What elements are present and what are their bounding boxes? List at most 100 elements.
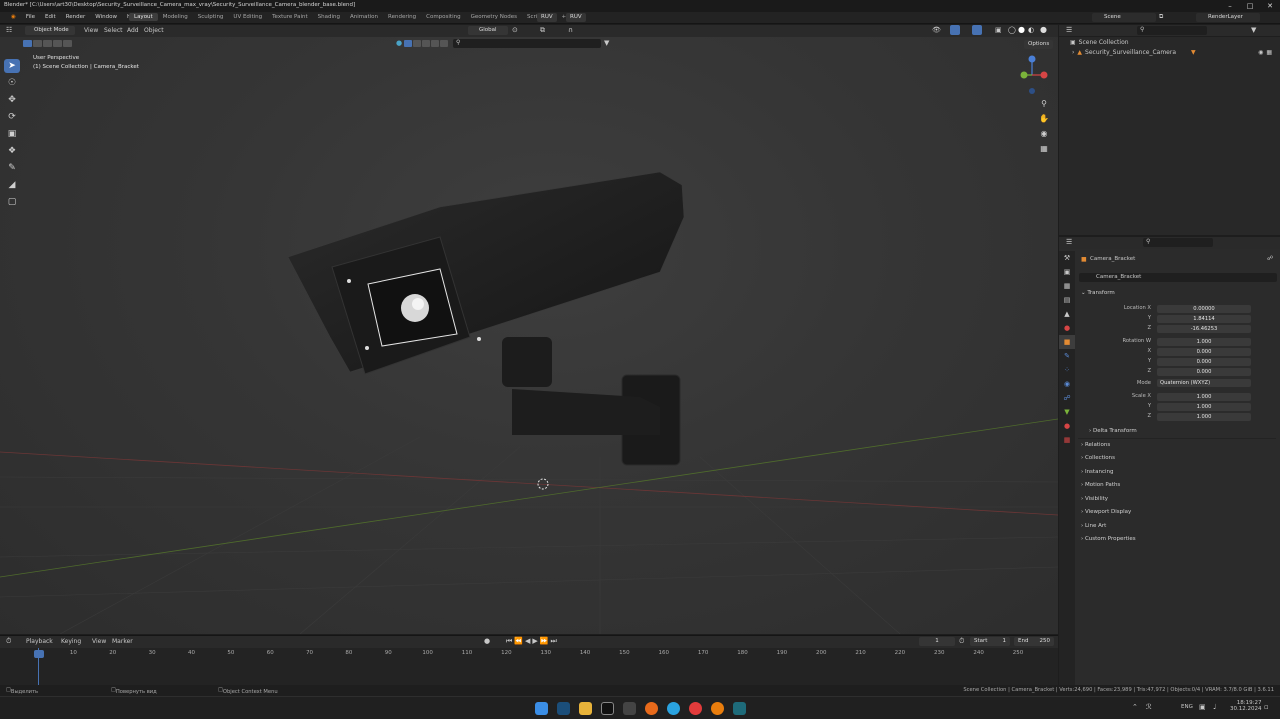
scale-x-field[interactable]: 1.000 xyxy=(1157,393,1251,401)
section-collections[interactable]: › Collections xyxy=(1081,455,1115,461)
texture-tab-icon[interactable]: ▦ xyxy=(1059,433,1075,447)
type-filter-icon-3[interactable] xyxy=(422,40,430,47)
type-filter-icon-2[interactable] xyxy=(413,40,421,47)
location-y-field[interactable]: 1.84114 xyxy=(1157,315,1251,323)
delta-transform-header[interactable]: › Delta Transform xyxy=(1089,428,1137,434)
location-x-field[interactable]: 0.00000 xyxy=(1157,305,1251,313)
current-frame-field[interactable]: 1 xyxy=(919,637,955,646)
material-tab-icon[interactable]: ● xyxy=(1059,419,1075,433)
section-visibility[interactable]: › Visibility xyxy=(1081,496,1108,502)
expand-icon[interactable]: › xyxy=(1072,49,1074,56)
shading-material-icon[interactable]: ◐ xyxy=(1028,26,1034,34)
move-tool-icon[interactable]: ✥ xyxy=(4,93,20,107)
pan-hand-icon[interactable]: ✋ xyxy=(1036,114,1052,129)
tab-uv-editing[interactable]: UV Editing xyxy=(228,13,267,21)
scale-y-field[interactable]: 1.000 xyxy=(1157,403,1251,411)
tab-rendering[interactable]: Rendering xyxy=(383,13,421,21)
options-dropdown[interactable]: Options xyxy=(1024,40,1054,49)
tab-sculpting[interactable]: Sculpting xyxy=(193,13,229,21)
volume-icon[interactable]: ♩ xyxy=(1213,703,1216,711)
select-mode-extend-icon[interactable] xyxy=(33,40,42,47)
tab-animation[interactable]: Animation xyxy=(345,13,383,21)
steam-icon[interactable] xyxy=(557,702,570,715)
section-relations[interactable]: › Relations xyxy=(1081,442,1110,448)
app-icon-4[interactable] xyxy=(623,702,636,715)
rotation-x-field[interactable]: 0.000 xyxy=(1157,348,1251,356)
language-indicator[interactable]: ENG xyxy=(1181,704,1193,710)
tab-texture-paint[interactable]: Texture Paint xyxy=(267,13,313,21)
shading-solid-icon[interactable]: ● xyxy=(1018,25,1025,34)
properties-search-input[interactable]: ⚲ xyxy=(1143,238,1213,247)
menu-edit[interactable]: Edit xyxy=(40,13,61,21)
outliner-root[interactable]: ▣ Scene Collection xyxy=(1070,39,1129,46)
tl-menu-marker[interactable]: Marker xyxy=(112,638,133,645)
blender-taskbar-icon[interactable] xyxy=(711,702,724,715)
select-tool-icon[interactable]: ➤ xyxy=(4,59,20,73)
telegram-icon[interactable] xyxy=(667,702,680,715)
outliner-filter-icon[interactable]: ▼ xyxy=(1251,26,1256,34)
rotate-tool-icon[interactable]: ⟳ xyxy=(4,110,20,124)
annotate-tool-icon[interactable]: ✎ xyxy=(4,161,20,175)
maximize-icon[interactable]: □ xyxy=(1240,0,1260,12)
editor-type-icon[interactable]: ☷ xyxy=(6,26,12,34)
type-filter-icon-4[interactable] xyxy=(431,40,439,47)
vp-menu-object[interactable]: Object xyxy=(144,27,164,34)
outliner-item[interactable]: › ▲ Security_Surveillance_Camera ▼ ◉ ▦ xyxy=(1072,49,1272,56)
bluetooth-icon[interactable]: ℛ xyxy=(1146,703,1152,711)
network-icon[interactable]: ▣ xyxy=(1199,703,1206,711)
scene-browse-icon[interactable]: ⧉ xyxy=(1159,13,1163,21)
menu-window[interactable]: Window xyxy=(90,13,122,21)
proportional-edit-icon[interactable]: ∩ xyxy=(568,26,573,34)
vp-menu-select[interactable]: Select xyxy=(104,27,123,34)
filter-icon[interactable]: ▼ xyxy=(604,39,609,47)
windows-start-icon[interactable] xyxy=(535,702,548,715)
data-tab-icon[interactable]: ▼ xyxy=(1059,405,1075,419)
notifications-icon[interactable]: ▫ xyxy=(1264,703,1269,711)
filter-color-icon[interactable]: ● xyxy=(396,39,402,47)
tab-layout[interactable]: Layout xyxy=(129,13,158,21)
shading-wireframe-icon[interactable]: ◯ xyxy=(1008,26,1016,34)
pin-icon[interactable]: ☍ xyxy=(1267,255,1273,262)
firefox-icon[interactable] xyxy=(645,702,658,715)
gizmo-toggle-icon[interactable] xyxy=(950,25,960,35)
render-tab-icon[interactable]: ▣ xyxy=(1059,265,1075,279)
timeline-editor-icon[interactable]: ⏱ xyxy=(6,637,11,646)
ortho-grid-icon[interactable]: ▦ xyxy=(1036,144,1052,159)
playhead-marker[interactable] xyxy=(34,650,44,658)
camera-view-icon[interactable]: ◉ xyxy=(1036,129,1052,144)
tray-chevron-icon[interactable]: ⌃ xyxy=(1132,703,1138,711)
record-icon[interactable]: ● xyxy=(484,637,490,645)
tab-modeling[interactable]: Modeling xyxy=(158,13,193,21)
location-z-field[interactable]: -16.46253 xyxy=(1157,325,1251,333)
select-mode-subtract-icon[interactable] xyxy=(43,40,52,47)
tl-menu-keying[interactable]: Keying xyxy=(61,638,81,645)
unreal-engine-icon[interactable] xyxy=(601,702,614,715)
section-viewport-display[interactable]: › Viewport Display xyxy=(1081,509,1131,515)
world-tab-icon[interactable]: ● xyxy=(1059,321,1075,335)
scale-tool-icon[interactable]: ▣ xyxy=(4,127,20,141)
outliner-search-input[interactable]: ⚲ xyxy=(1137,26,1207,35)
section-custom-properties[interactable]: › Custom Properties xyxy=(1081,536,1136,542)
datablock-name-field[interactable]: Camera_Bracket xyxy=(1079,273,1277,282)
section-line-art[interactable]: › Line Art xyxy=(1081,523,1106,529)
playback-controls-icon[interactable]: ⏮⏪◀▶⏩⏭ xyxy=(506,637,559,646)
eye-icon[interactable]: ◉ xyxy=(1258,49,1263,56)
object-tab-icon[interactable]: ■ xyxy=(1059,335,1075,349)
type-filter-icon-1[interactable] xyxy=(404,40,412,47)
transform-tool-icon[interactable]: ❖ xyxy=(4,144,20,158)
render-layer-selector[interactable]: RenderLayer xyxy=(1196,13,1260,22)
zoom-icon[interactable]: ⚲ xyxy=(1036,99,1052,114)
menu-render[interactable]: Render xyxy=(61,13,91,21)
add-cube-tool-icon[interactable]: ▢ xyxy=(4,195,20,209)
cursor-tool-icon[interactable]: ☉ xyxy=(4,76,20,90)
app-icon-9[interactable] xyxy=(733,702,746,715)
clock[interactable]: 18:19:27 30.12.2024 xyxy=(1230,700,1262,712)
output-tab-icon[interactable]: ▦ xyxy=(1059,279,1075,293)
tl-menu-playback[interactable]: Playback xyxy=(26,638,53,645)
file-explorer-icon[interactable] xyxy=(579,702,592,715)
type-filter-icon-5[interactable] xyxy=(440,40,448,47)
particles-tab-icon[interactable]: ⁘ xyxy=(1059,363,1075,377)
rotation-w-field[interactable]: 1.000 xyxy=(1157,338,1251,346)
transform-header[interactable]: ⌄ Transform xyxy=(1081,290,1115,296)
modifier-tab-icon[interactable]: ✎ xyxy=(1059,349,1075,363)
